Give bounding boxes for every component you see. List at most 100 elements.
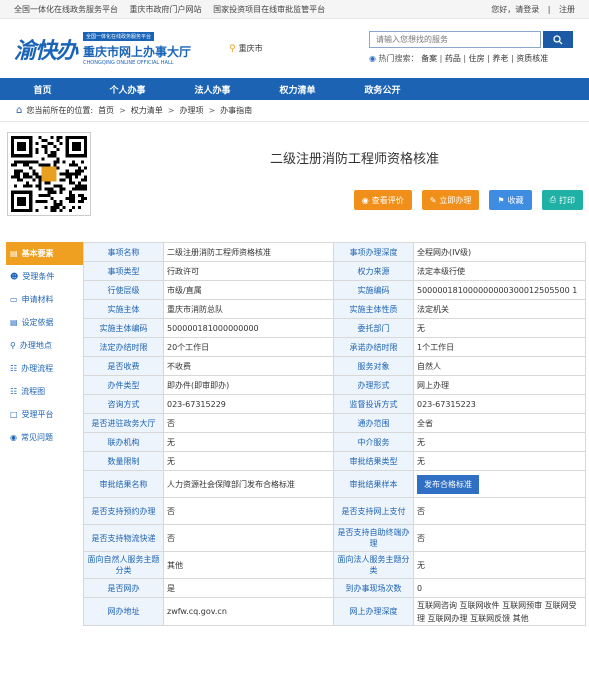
view-evaluation-label: 查看评价 <box>371 195 404 205</box>
edit-icon: ✎ <box>429 195 437 205</box>
field-label: 是否支持网上支付 <box>333 497 414 525</box>
search-area: 请输入您想找的服务 ◉ 热门搜索： 备案 | 药品 | 住房 | 养老 | 资质… <box>369 31 573 64</box>
action-buttons: ◉ 查看评价 ✎ 立即办理 ⚑ 收藏 ⎙ 打印 <box>344 190 583 210</box>
sidebar-item-legal-basis[interactable]: ▤ 设定依据 <box>6 311 83 334</box>
field-label: 网办地址 <box>83 597 164 626</box>
hot-search-label: 热门搜索： <box>378 54 419 63</box>
field-value: 法定本级行使 <box>413 261 586 281</box>
divider: | <box>547 4 551 14</box>
nav-item-home[interactable]: 首页 <box>0 83 85 96</box>
nav-item-gov-affairs[interactable]: 政务公开 <box>340 83 425 96</box>
sidebar-item-label: 办理地点 <box>19 341 52 350</box>
field-value: 自然人 <box>413 356 586 376</box>
field-label: 审批结果类型 <box>333 451 414 471</box>
result-sample-button[interactable]: 发布合格标准 <box>417 474 479 494</box>
question-icon: ◉ <box>10 433 17 442</box>
monitor-icon: □ <box>10 410 18 419</box>
field-value: 否 <box>163 497 334 525</box>
field-value: 互联网咨询 互联网收件 互联网预审 互联网受理 互联网办理 互联网反馈 其他 <box>413 597 586 626</box>
search-input[interactable]: 请输入您想找的服务 <box>369 31 541 48</box>
table-row: 网办地址 zwfw.cq.gov.cn 网上办理深度 互联网咨询 互联网收件 互联网预… <box>83 597 586 626</box>
field-value: 023-67315223 <box>413 394 586 414</box>
field-label: 咨询方式 <box>83 394 164 414</box>
section-sidebar: ▤ 基本要素 ☻ 受理条件 ▭ 申请材料 ▤ 设定依据 ⚲ 办理地点 ☷ 办理流程 ☷ 流程图… <box>6 242 83 626</box>
favorite-button[interactable]: ⚑ 收藏 <box>489 190 532 210</box>
qr-code <box>7 132 91 216</box>
sidebar-item-basic-elements[interactable]: ▤ 基本要素 <box>6 242 83 265</box>
logo-slogan: 全国一体化在线政务服务平台 <box>83 32 155 41</box>
sidebar-item-label: 设定依据 <box>21 318 54 327</box>
search-row: 请输入您想找的服务 <box>369 31 573 48</box>
login-link[interactable]: 您好，请登录 <box>491 5 539 14</box>
apply-now-label: 立即办理 <box>439 195 472 205</box>
sidebar-item-label: 常见问题 <box>20 433 53 442</box>
print-button[interactable]: ⎙ 打印 <box>541 190 583 210</box>
main-content: ▤ 基本要素 ☻ 受理条件 ▭ 申请材料 ▤ 设定依据 ⚲ 办理地点 ☷ 办理流程 ☷ 流程图… <box>6 242 586 626</box>
field-label: 服务对象 <box>333 356 414 376</box>
apply-now-button[interactable]: ✎ 立即办理 <box>421 190 480 210</box>
site-logo[interactable]: 渝快办 全国一体化在线政务服务平台 重庆市网上办事大厅 CHONGQING ON… <box>14 31 191 66</box>
top-link-gov-portal[interactable]: 重庆市政府门户网站 <box>130 5 202 14</box>
flow-icon: ☷ <box>10 364 18 373</box>
hot-search-item[interactable]: 资质核准 <box>516 54 548 63</box>
sidebar-item-acceptance-conditions[interactable]: ☻ 受理条件 <box>6 265 83 288</box>
field-value: 20个工作日 <box>163 337 334 357</box>
site-subtitle-en: CHONGQING ONLINE OFFICIAL HALL <box>83 60 174 66</box>
view-evaluation-button[interactable]: ◉ 查看评价 <box>353 190 412 210</box>
breadcrumb-item[interactable]: 权力清单 <box>131 105 163 116</box>
table-row: 是否支持预约办理否是否支持网上支付否 <box>83 497 586 525</box>
sidebar-item-platform[interactable]: □ 受理平台 <box>6 403 83 426</box>
field-value: 500000181000000000300012505500 1 <box>413 280 586 300</box>
breadcrumb-item[interactable]: 首页 <box>98 105 114 116</box>
table-row: 数量限制无审批结果类型无 <box>83 451 586 471</box>
sidebar-item-location[interactable]: ⚲ 办理地点 <box>6 334 83 357</box>
location-selector[interactable]: ⚲ 重庆市 <box>229 43 263 54</box>
sidebar-item-flowchart[interactable]: ☷ 流程图 <box>6 380 83 403</box>
table-row: 行使层级 市级/直属 实施编码 500000181000000000300012505… <box>83 280 586 300</box>
nav-item-personal[interactable]: 个人办事 <box>85 83 170 96</box>
location-label: 重庆市 <box>238 44 263 53</box>
top-link-national-platform[interactable]: 全国一体化在线政务服务平台 <box>14 5 118 14</box>
field-value: 即办件(即审即办) <box>163 375 334 395</box>
field-value: 法定机关 <box>413 299 586 319</box>
hot-search-item[interactable]: 备案 <box>421 54 437 63</box>
top-links: 全国一体化在线政务服务平台 重庆市政府门户网站 国家投资项目在线审批监管平台 <box>14 4 334 15</box>
sidebar-item-label: 流程图 <box>21 387 46 396</box>
search-button[interactable] <box>543 31 573 48</box>
field-label: 实施主体性质 <box>333 299 414 319</box>
field-label: 审批结果名称 <box>83 470 164 498</box>
login-area: 您好，请登录 | 注册 <box>485 4 575 15</box>
field-label: 是否进驻政务大厅 <box>83 413 164 433</box>
hot-search-item[interactable]: 药品 <box>445 54 461 63</box>
nav-item-legal-entity[interactable]: 法人办事 <box>170 83 255 96</box>
sidebar-item-faq[interactable]: ◉ 常见问题 <box>6 426 83 449</box>
field-label: 面向法人服务主题分类 <box>333 551 414 579</box>
field-value: 行政许可 <box>163 261 334 281</box>
pin-icon: ⚲ <box>10 341 16 350</box>
hot-search-item[interactable]: 住房 <box>469 54 485 63</box>
field-label: 是否收费 <box>83 356 164 376</box>
field-value: 无 <box>163 451 334 471</box>
hot-search-item[interactable]: 养老 <box>492 54 508 63</box>
print-label: 打印 <box>559 195 575 205</box>
field-label: 办件类型 <box>83 375 164 395</box>
item-header-section: 二级注册消防工程师资格核准 ◉ 查看评价 ✎ 立即办理 ⚑ 收藏 ⎙ 打印 <box>0 122 589 222</box>
top-link-investment-platform[interactable]: 国家投资项目在线审批监管平台 <box>213 5 325 14</box>
sidebar-item-materials[interactable]: ▭ 申请材料 <box>6 288 83 311</box>
field-value: 500000181000000000 <box>163 318 334 338</box>
main-nav: 首页 个人办事 法人办事 权力清单 政务公开 <box>0 78 589 100</box>
field-label: 委托部门 <box>333 318 414 338</box>
breadcrumb-item[interactable]: 办理项 <box>179 105 203 116</box>
sidebar-item-process[interactable]: ☷ 办理流程 <box>6 357 83 380</box>
field-value: 市级/直属 <box>163 280 334 300</box>
field-value: 无 <box>163 432 334 452</box>
field-value: 其他 <box>163 551 334 579</box>
nav-item-power-list[interactable]: 权力清单 <box>255 83 340 96</box>
sidebar-item-label: 受理条件 <box>22 272 55 281</box>
site-title: 重庆市网上办事大厅 <box>83 45 192 59</box>
sidebar-item-label: 受理平台 <box>21 410 54 419</box>
register-link[interactable]: 注册 <box>559 5 575 14</box>
table-row: 是否支持物流快递否是否支持自助终端办理否 <box>83 524 586 552</box>
field-value: 无 <box>413 451 586 471</box>
field-label: 实施编码 <box>333 280 414 300</box>
